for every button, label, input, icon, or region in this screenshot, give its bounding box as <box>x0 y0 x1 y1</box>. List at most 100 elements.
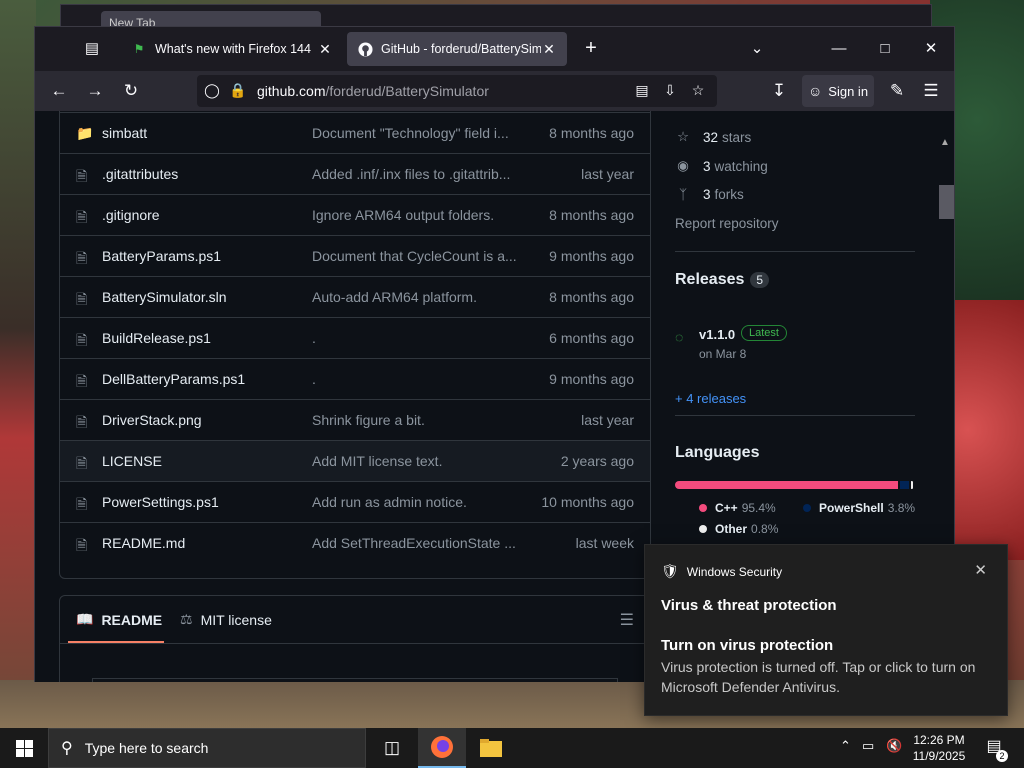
file-name[interactable]: PowerSettings.ps1 <box>102 494 219 510</box>
releases-heading[interactable]: Releases 5 <box>675 271 770 289</box>
start-button[interactable] <box>0 728 48 768</box>
save-to-pocket-icon[interactable]: ⇩ <box>661 82 679 100</box>
language-bar-segment <box>675 481 899 489</box>
show-hidden-icons-chevron[interactable]: ⌃ <box>840 738 851 754</box>
eye-icon: ◉ <box>677 158 689 173</box>
file-name[interactable]: README.md <box>102 535 185 551</box>
release-version[interactable]: v1.1.0 <box>699 327 735 342</box>
file-row[interactable]: 🗎 BatteryParams.ps1 Document that CycleCou… <box>60 235 650 276</box>
file-explorer-icon[interactable] <box>467 728 515 768</box>
close-tab-icon[interactable]: ✕ <box>541 41 557 58</box>
tab-readme[interactable]: 📖 README <box>76 611 162 628</box>
commit-message[interactable]: Add SetThreadExecutionState ... <box>312 535 522 551</box>
file-row[interactable]: 🗎 LICENSE Add MIT license text. 2 years ago <box>60 440 650 481</box>
commit-message[interactable]: Document "Technology" field i... <box>312 125 522 141</box>
file-row[interactable]: 🗎 BatterySimulator.sln Auto-add ARM64 plat… <box>60 276 650 317</box>
commit-message[interactable]: Ignore ARM64 output folders. <box>312 207 522 223</box>
clock[interactable]: 12:26 PM 11/9/2025 <box>908 732 970 764</box>
network-icon[interactable]: ▭ <box>862 738 874 754</box>
file-name[interactable]: .gitattributes <box>102 166 178 182</box>
commit-message[interactable]: . <box>312 330 522 346</box>
sign-in-button[interactable]: ☺ Sign in <box>802 75 874 107</box>
more-releases-link[interactable]: + 4 releases <box>675 391 746 406</box>
task-view-icon[interactable]: ◫ <box>368 728 416 768</box>
report-repository-link[interactable]: Report repository <box>675 216 779 231</box>
language-other[interactable]: Other 0.8% <box>699 522 778 536</box>
file-name[interactable]: LICENSE <box>102 453 162 469</box>
shield-icon[interactable]: ◯ <box>203 82 221 100</box>
bookmark-star-icon[interactable]: ☆ <box>689 82 707 100</box>
address-bar[interactable]: ◯ 🔒 github.com/forderud/BatterySimulator… <box>197 75 717 107</box>
file-icon: 🗎 <box>76 455 88 471</box>
file-name[interactable]: BatteryParams.ps1 <box>102 248 221 264</box>
commit-message[interactable]: Add run as admin notice. <box>312 494 522 510</box>
scrollbar-thumb[interactable] <box>939 185 954 219</box>
commit-message[interactable]: Auto-add ARM64 platform. <box>312 289 522 305</box>
new-tab-button[interactable]: + <box>579 37 603 61</box>
menu-icon[interactable]: ☰ <box>919 79 943 103</box>
volume-icon[interactable]: 🔇 <box>886 738 902 754</box>
scroll-up-icon[interactable]: ▲ <box>940 137 950 148</box>
file-row[interactable]: 🗎 BuildRelease.ps1. 6 months ago <box>60 317 650 358</box>
firefox-flag-icon: ⚑ <box>133 42 145 56</box>
extensions-icon[interactable]: ✎ <box>885 79 909 103</box>
firefox-icon <box>431 736 453 758</box>
url-path: /forderud/BatterySimulator <box>325 83 489 99</box>
commit-message[interactable]: Document that CycleCount is a... <box>312 248 522 264</box>
close-window-button[interactable]: ✕ <box>919 37 943 61</box>
forks-link[interactable]: ᛉ 3 forks <box>675 187 744 202</box>
sign-in-label: Sign in <box>828 83 869 99</box>
minimize-button[interactable]: — <box>827 37 851 61</box>
language-pct: 0.8% <box>751 522 779 536</box>
close-tab-icon[interactable]: ✕ <box>317 41 333 58</box>
outline-list-icon[interactable]: ☰ <box>620 610 634 630</box>
reader-view-icon[interactable]: ▤ <box>633 82 651 100</box>
file-row[interactable]: 🗎 DriverStack.png Shrink figure a bit. last… <box>60 399 650 440</box>
reload-button[interactable]: ↻ <box>119 79 143 103</box>
file-icon: 🗎 <box>76 291 88 307</box>
commit-message[interactable]: . <box>312 371 522 387</box>
url-text[interactable]: github.com/forderud/BatterySimulator <box>257 83 489 99</box>
tab-list-chevron-icon[interactable]: ⌄ <box>745 37 769 61</box>
file-name[interactable]: simbatt <box>102 125 147 141</box>
windows-logo-icon <box>15 739 33 757</box>
language-bar-segment <box>900 481 910 489</box>
report-label: Report repository <box>675 216 779 231</box>
file-name[interactable]: DellBatteryParams.ps1 <box>102 371 245 387</box>
commit-message[interactable]: Add MIT license text. <box>312 453 522 469</box>
watching-link[interactable]: ◉ 3 watching <box>675 158 768 174</box>
file-row[interactable]: 🗎 DellBatteryParams.ps1. 9 months ago <box>60 358 650 399</box>
stars-link[interactable]: ☆ 32 stars <box>675 129 751 145</box>
tab-license[interactable]: ⚖ MIT license <box>180 611 272 628</box>
file-row[interactable]: 🗎 .gitignore Ignore ARM64 output folders. 8… <box>60 194 650 235</box>
back-button[interactable]: ← <box>47 79 71 103</box>
notification-center-icon[interactable]: ▤ 2 <box>982 736 1008 762</box>
lock-icon[interactable]: 🔒 <box>229 82 247 100</box>
forward-button[interactable]: → <box>83 79 107 103</box>
windows-security-toast[interactable]: 🛡 Windows Security ✕ Virus & threat prot… <box>644 544 1008 716</box>
file-row[interactable]: 🗎 PowerSettings.ps1 Add run as admin notic… <box>60 481 650 522</box>
firefox-taskbar-icon[interactable] <box>418 728 466 768</box>
commit-message[interactable]: Added .inf/.inx files to .gitattrib... <box>312 166 522 182</box>
tag-icon: ◌ <box>675 329 684 345</box>
file-name[interactable]: BuildRelease.ps1 <box>102 330 211 346</box>
file-name[interactable]: DriverStack.png <box>102 412 202 428</box>
downloads-icon[interactable]: ↧ <box>767 79 791 103</box>
commit-message[interactable]: Shrink figure a bit. <box>312 412 522 428</box>
toast-close-icon[interactable]: ✕ <box>974 561 987 579</box>
file-name[interactable]: BatterySimulator.sln <box>102 289 227 305</box>
commit-age: 8 months ago <box>549 125 634 141</box>
file-name[interactable]: .gitignore <box>102 207 160 223</box>
tab-firefox-whats-new[interactable]: ⚑ What's new with Firefox 144 ✕ <box>121 32 343 66</box>
file-row[interactable]: 📁 simbatt Document "Technology" field i...… <box>60 112 650 153</box>
file-row[interactable]: 🗎 .gitattributes Added .inf/.inx files to … <box>60 153 650 194</box>
maximize-button[interactable]: □ <box>873 37 897 61</box>
file-row[interactable]: 🗎 README.md Add SetThreadExecutionState ..… <box>60 522 650 563</box>
language-powershell[interactable]: PowerShell 3.8% <box>803 501 915 515</box>
file-list: 📁 simbatt Document "Technology" field i...… <box>59 111 651 579</box>
taskbar-search[interactable]: ⚲ Type here to search <box>48 728 366 768</box>
file-icon: 🗎 <box>76 250 88 266</box>
tab-overview-icon[interactable]: ▤ <box>81 39 103 61</box>
language-cpp[interactable]: C++ 95.4% <box>699 501 776 515</box>
tab-github[interactable]: GitHub - forderud/BatterySimulator ✕ <box>347 32 567 66</box>
